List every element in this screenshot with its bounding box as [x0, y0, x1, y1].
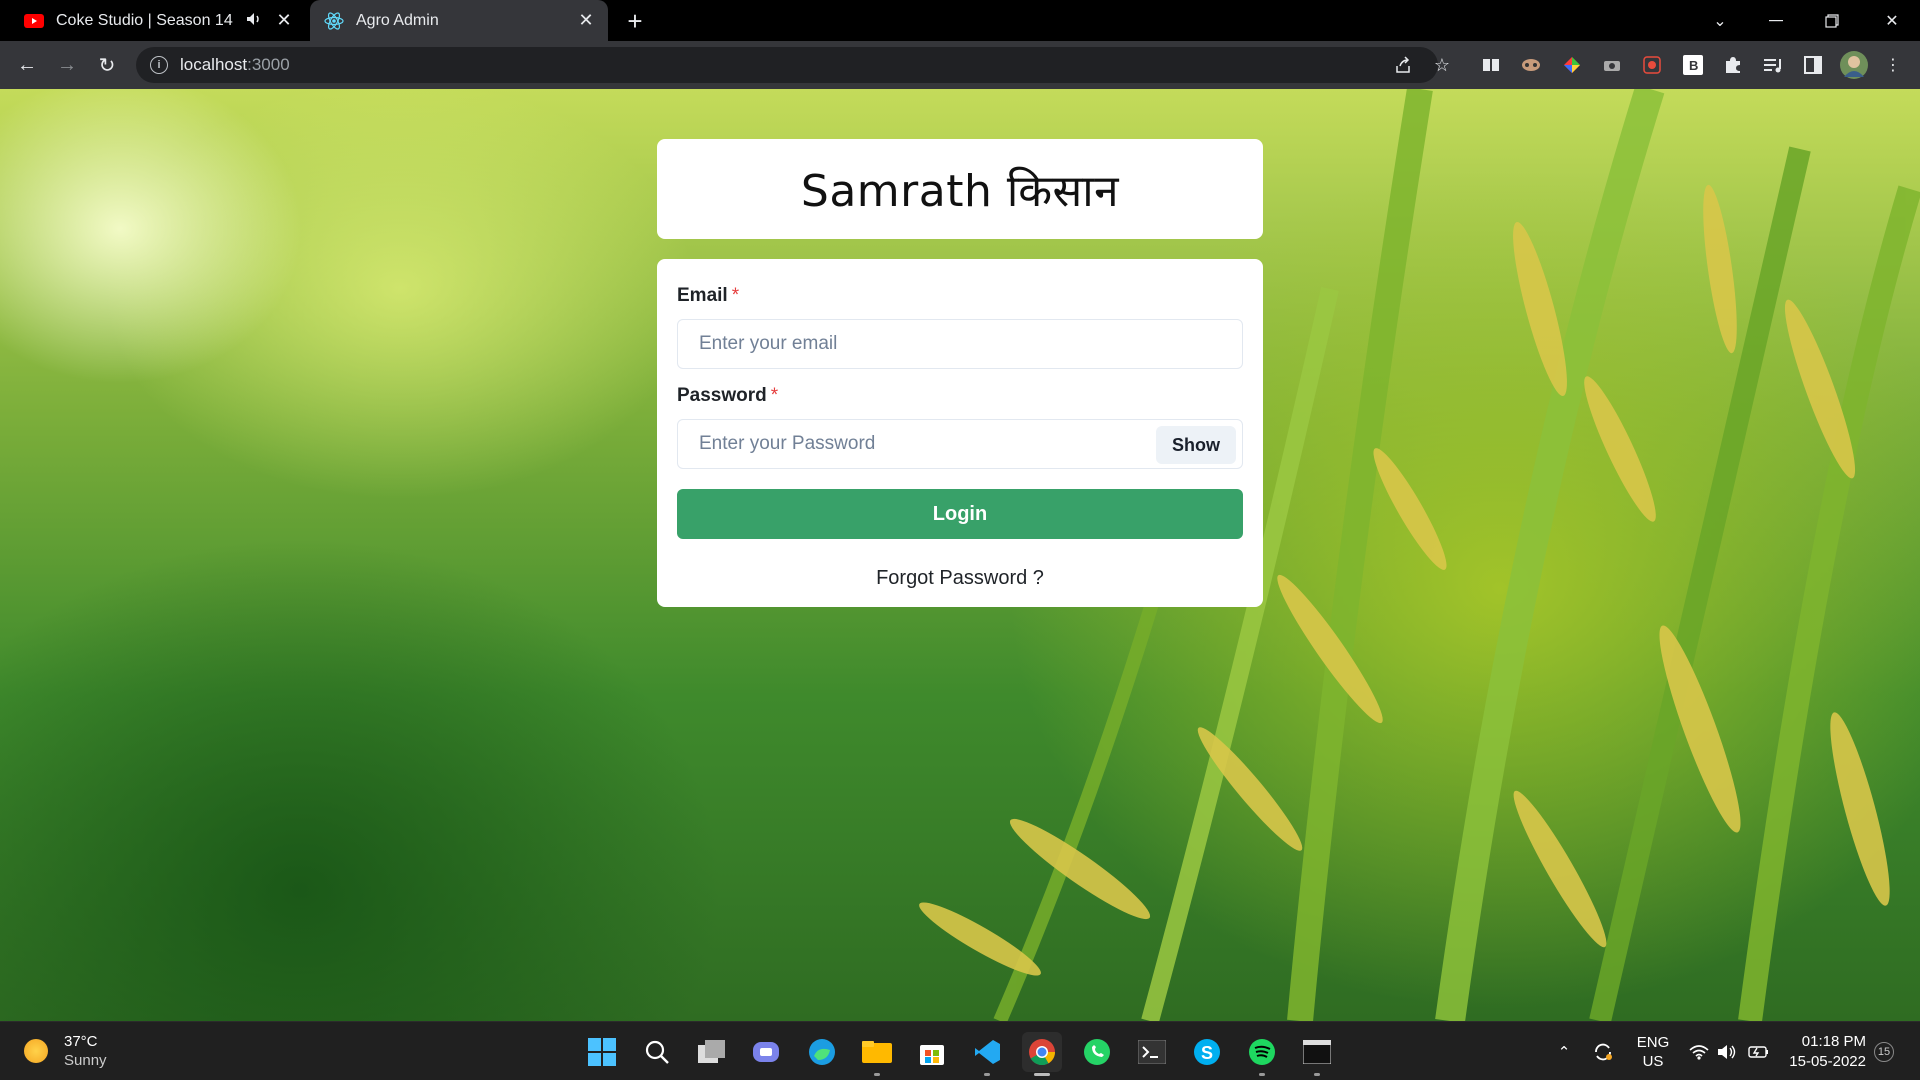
puzzle-icon[interactable] — [1719, 51, 1747, 79]
required-mark: * — [731, 285, 740, 306]
spotify-icon[interactable] — [1242, 1032, 1282, 1076]
language-top: ENG — [1636, 1033, 1670, 1051]
page-background: Samrath किसान Email * Enter your email Pa… — [0, 89, 1920, 1021]
microsoft-store-icon[interactable] — [912, 1032, 952, 1072]
bookmark-star-icon[interactable]: ☆ — [1427, 50, 1457, 80]
show-password-button[interactable]: Show — [1156, 426, 1236, 464]
weather-condition: Sunny — [64, 1052, 107, 1069]
file-explorer-icon[interactable] — [857, 1032, 897, 1076]
minimize-button[interactable] — [1748, 0, 1804, 41]
color-picker-icon[interactable] — [1558, 51, 1586, 79]
close-tab-icon[interactable]: ✕ — [272, 9, 296, 33]
youtube-icon — [24, 11, 44, 31]
chevron-up-icon[interactable]: ⌃ — [1552, 1022, 1576, 1080]
teams-chat-icon[interactable] — [747, 1032, 787, 1072]
tab-search-icon[interactable]: ⌄ — [1692, 0, 1748, 41]
weather-temperature: 37°C — [64, 1033, 98, 1050]
media-control-icon[interactable] — [1759, 51, 1787, 79]
reading-list-icon[interactable] — [1477, 51, 1505, 79]
browser-toolbar: ← → ↻ i localhost:3000 ☆ B ⋮ — [0, 41, 1920, 89]
password-label-text: Password — [677, 385, 767, 406]
sidepanel-icon[interactable] — [1799, 51, 1827, 79]
chrome-icon[interactable] — [1022, 1032, 1062, 1076]
taskbar: 37°C Sunny S ⌃ ENG US 01:18 PM 15-05-202… — [0, 1021, 1920, 1080]
running-indicator — [1259, 1073, 1265, 1076]
whatsapp-icon[interactable] — [1077, 1032, 1117, 1072]
profile-avatar[interactable] — [1839, 50, 1869, 80]
new-tab-button[interactable]: + — [620, 6, 650, 36]
tab-youtube[interactable]: Coke Studio | Season 14 | Tu ✕ — [12, 0, 306, 41]
email-placeholder: Enter your email — [699, 333, 838, 354]
login-button[interactable]: Login — [677, 489, 1243, 539]
restore-button[interactable] — [1804, 0, 1860, 41]
forgot-password-link[interactable]: Forgot Password ? — [657, 567, 1263, 590]
tab-agro-admin[interactable]: Agro Admin ✕ — [310, 0, 608, 41]
edge-browser-icon[interactable] — [802, 1032, 842, 1072]
windows-start-icon[interactable] — [582, 1032, 622, 1072]
email-field[interactable]: Enter your email — [677, 319, 1243, 369]
sun-icon — [24, 1039, 48, 1063]
task-view-icon[interactable] — [692, 1032, 732, 1072]
svg-text:S: S — [1201, 1043, 1213, 1063]
svg-text:B: B — [1689, 58, 1698, 73]
mask-extension-icon[interactable] — [1517, 51, 1545, 79]
battery-icon[interactable] — [1746, 1022, 1772, 1080]
email-label-text: Email — [677, 285, 728, 306]
language-indicator[interactable]: ENG US — [1630, 1022, 1676, 1080]
clock[interactable]: 01:18 PM 15-05-2022 — [1782, 1032, 1866, 1072]
brand-title: Samrath किसान — [800, 166, 1120, 217]
url-port: :3000 — [247, 55, 290, 74]
running-indicator — [984, 1073, 990, 1076]
record-icon[interactable] — [1638, 51, 1666, 79]
react-icon — [324, 11, 344, 31]
clock-time: 01:18 PM — [1801, 1033, 1866, 1050]
skype-icon[interactable]: S — [1187, 1032, 1227, 1072]
tab-title: Coke Studio | Season 14 | Tu — [56, 11, 238, 29]
required-mark: * — [770, 385, 779, 406]
sync-icon[interactable] — [1590, 1022, 1616, 1080]
notification-badge[interactable]: 15 — [1874, 1042, 1894, 1062]
speaker-icon[interactable] — [244, 12, 266, 29]
running-indicator — [1314, 1073, 1320, 1076]
app-window-icon[interactable] — [1297, 1032, 1337, 1076]
running-indicator — [1034, 1073, 1050, 1076]
search-icon[interactable] — [637, 1032, 677, 1072]
share-icon[interactable] — [1388, 50, 1418, 80]
camera-icon[interactable] — [1598, 51, 1626, 79]
close-tab-icon[interactable]: ✕ — [574, 9, 598, 33]
password-field[interactable]: Enter your Password Show — [677, 419, 1243, 469]
vscode-icon[interactable] — [967, 1032, 1007, 1076]
password-label: Password * — [677, 385, 778, 407]
volume-icon[interactable] — [1714, 1022, 1740, 1080]
tab-title: Agro Admin — [356, 11, 439, 29]
clock-date: 15-05-2022 — [1789, 1053, 1866, 1070]
language-bottom: US — [1642, 1052, 1664, 1070]
login-form-card: Email * Enter your email Password * Enter … — [657, 259, 1263, 607]
terminal-icon[interactable] — [1132, 1032, 1172, 1072]
url-host: localhost — [180, 55, 248, 74]
info-icon[interactable]: i — [150, 56, 168, 74]
password-placeholder: Enter your Password — [699, 433, 876, 454]
tab-strip: Coke Studio | Season 14 | Tu ✕ Agro Admi… — [0, 0, 1920, 41]
close-window-button[interactable]: ✕ — [1864, 0, 1920, 41]
reload-icon[interactable]: ↻ — [92, 50, 122, 80]
kebab-menu-icon[interactable]: ⋮ — [1879, 51, 1907, 79]
back-arrow-icon[interactable]: ← — [12, 50, 42, 80]
forward-arrow-icon[interactable]: → — [52, 50, 82, 80]
b-extension-icon[interactable]: B — [1679, 51, 1707, 79]
running-indicator — [874, 1073, 880, 1076]
brand-card: Samrath किसान — [657, 139, 1263, 239]
wifi-icon[interactable] — [1686, 1022, 1712, 1080]
weather-widget[interactable]: 37°C Sunny — [24, 1032, 107, 1070]
email-label: Email * — [677, 285, 739, 307]
address-bar[interactable]: i localhost:3000 — [136, 47, 1438, 83]
